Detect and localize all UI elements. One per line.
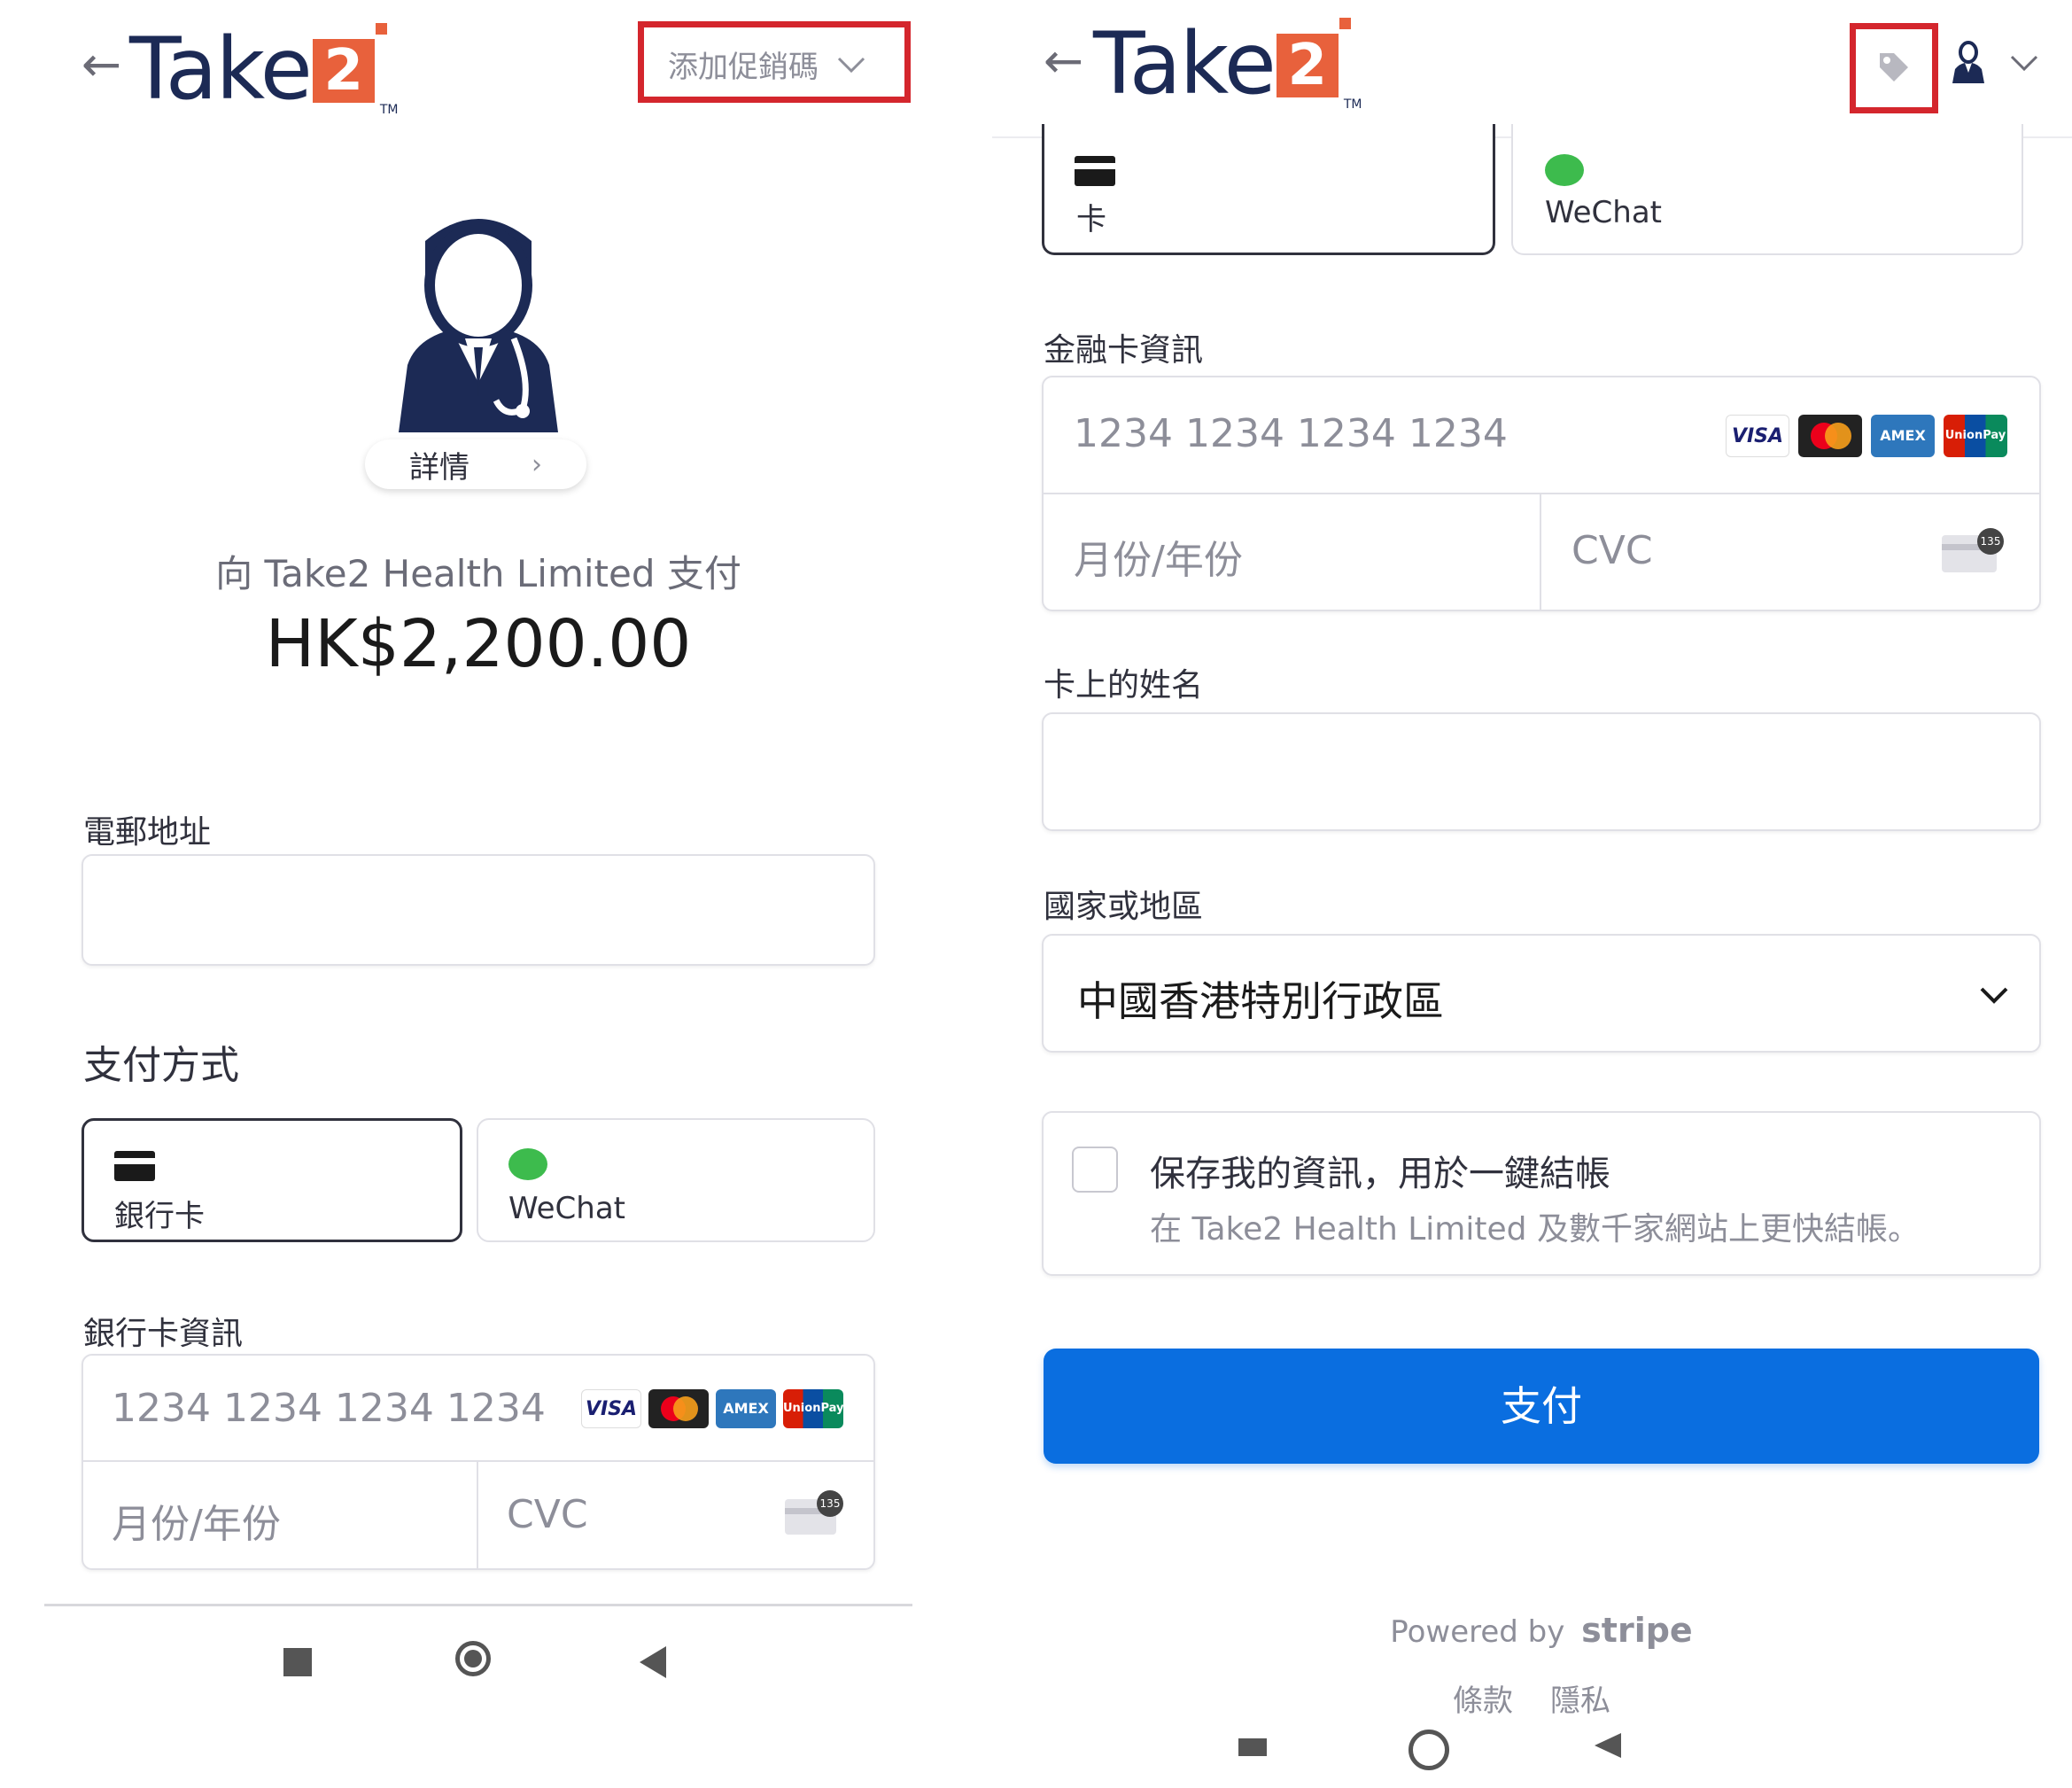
amex-icon: AMEX bbox=[1871, 415, 1935, 457]
card-info-label: 金融卡資訊 bbox=[1044, 332, 1204, 369]
unionpay-icon: UnionPay bbox=[783, 1389, 843, 1428]
add-promo-code-button[interactable]: 添加促銷碼 bbox=[668, 43, 866, 86]
tab-wechat[interactable]: WeChat bbox=[1511, 124, 2023, 255]
cvc-hint-icon: 135 bbox=[785, 1490, 843, 1535]
details-button[interactable]: 詳情 › bbox=[365, 439, 586, 489]
card-brands: VISA AMEX UnionPay bbox=[581, 1389, 843, 1428]
email-label: 電郵地址 bbox=[83, 814, 212, 851]
cvc-input[interactable]: CVC bbox=[1571, 528, 1653, 573]
save-info-title: 保存我的資訊，用於一鍵結帳 bbox=[1150, 1154, 1610, 1194]
mastercard-icon bbox=[1798, 415, 1862, 457]
save-info-box: 保存我的資訊，用於一鍵結帳 在 Take2 Health Limited 及數千… bbox=[1042, 1111, 2041, 1276]
back-triangle-icon[interactable] bbox=[1595, 1733, 1621, 1758]
chevron-right-icon: › bbox=[532, 448, 542, 480]
tag-icon[interactable] bbox=[1876, 50, 1912, 89]
card-number-input[interactable]: 1234 1234 1234 1234 bbox=[1074, 411, 1508, 456]
checkout-screen-left: ← Take 2 TM 添加促銷碼 詳情 › 向 Take2 Health Li… bbox=[0, 0, 930, 1788]
account-doctor-icon[interactable] bbox=[1951, 41, 1986, 87]
country-select[interactable]: 中國香港特別行政區 bbox=[1042, 934, 2041, 1053]
card-number-input[interactable]: 1234 1234 1234 1234 bbox=[112, 1386, 546, 1431]
powered-by-stripe[interactable]: Powered by stripe bbox=[992, 1611, 2072, 1650]
expiry-input[interactable]: 月份/年份 bbox=[1074, 528, 1243, 585]
expiry-input[interactable]: 月份/年份 bbox=[112, 1492, 281, 1549]
take2-logo: Take 2 TM bbox=[129, 19, 399, 119]
tab-bank-card[interactable]: 銀行卡 bbox=[81, 1118, 462, 1242]
visa-icon: VISA bbox=[1726, 415, 1789, 457]
stop-icon[interactable] bbox=[1238, 1738, 1267, 1756]
back-triangle-icon[interactable] bbox=[640, 1646, 666, 1678]
tab-card[interactable]: 卡 bbox=[1042, 124, 1495, 255]
payment-method-heading: 支付方式 bbox=[83, 1043, 239, 1088]
amex-icon: AMEX bbox=[716, 1389, 776, 1428]
back-arrow-icon[interactable]: ← bbox=[81, 41, 121, 89]
stop-icon[interactable] bbox=[283, 1648, 312, 1676]
card-icon bbox=[1075, 156, 1115, 186]
doctor-icon bbox=[390, 206, 567, 436]
privacy-link[interactable]: 隱私 bbox=[1550, 1676, 1610, 1720]
cvc-input[interactable]: CVC bbox=[507, 1492, 588, 1537]
country-label: 國家或地區 bbox=[1044, 889, 1204, 925]
home-icon[interactable] bbox=[1408, 1730, 1449, 1770]
pay-to-label: 向 Take2 Health Limited 支付 bbox=[215, 552, 741, 595]
amount: HK$2,200.00 bbox=[265, 606, 692, 682]
cardholder-name-field[interactable] bbox=[1042, 712, 2041, 831]
card-brands: VISA AMEX UnionPay bbox=[1726, 415, 2007, 457]
nav-divider bbox=[44, 1604, 912, 1606]
card-info-label: 銀行卡資訊 bbox=[83, 1316, 244, 1352]
save-info-checkbox[interactable] bbox=[1072, 1147, 1118, 1193]
save-info-subtitle: 在 Take2 Health Limited 及數千家網站上更快結帳。 bbox=[1150, 1211, 1920, 1248]
menu-chevron-down-icon[interactable] bbox=[2009, 53, 2039, 73]
terms-link[interactable]: 條款 bbox=[1453, 1676, 1513, 1720]
take2-logo: Take 2 TM bbox=[1093, 14, 1362, 113]
visa-icon: VISA bbox=[581, 1389, 641, 1428]
tab-wechat[interactable]: WeChat bbox=[477, 1118, 875, 1242]
mastercard-icon bbox=[648, 1389, 709, 1428]
wechat-icon bbox=[508, 1148, 547, 1180]
email-field[interactable] bbox=[81, 854, 875, 966]
home-icon[interactable] bbox=[455, 1641, 491, 1676]
chevron-down-icon bbox=[837, 57, 865, 73]
cvc-hint-icon: 135 bbox=[1942, 528, 2004, 572]
card-icon bbox=[114, 1151, 155, 1181]
wechat-icon bbox=[1545, 154, 1584, 186]
pay-button[interactable]: 支付 bbox=[1044, 1349, 2039, 1464]
cardholder-name-label: 卡上的姓名 bbox=[1044, 667, 1204, 704]
checkout-screen-right: ← Take 2 TM 卡 WeChat 金融卡資訊 1234 1234 123… bbox=[992, 0, 2072, 1788]
back-arrow-icon[interactable]: ← bbox=[1044, 37, 1083, 85]
unionpay-icon: UnionPay bbox=[1944, 415, 2007, 457]
chevron-down-icon bbox=[1980, 987, 2008, 1004]
